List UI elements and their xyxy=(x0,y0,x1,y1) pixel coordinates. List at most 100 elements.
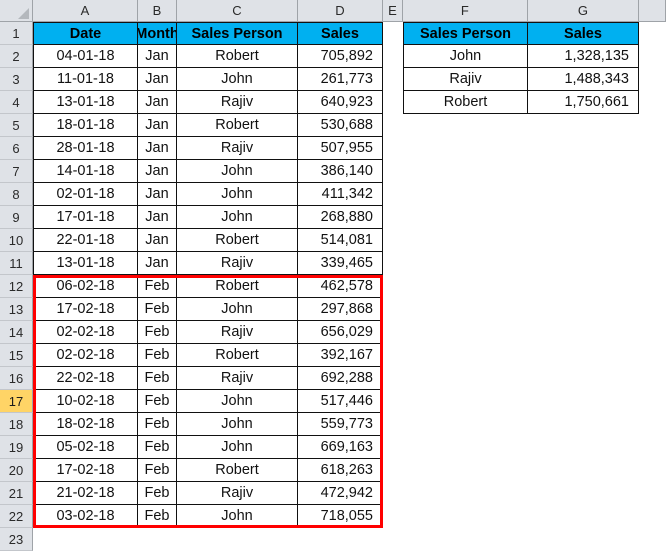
cell-date-13[interactable]: 17-02-18 xyxy=(33,298,138,321)
cell-sales-person-7[interactable]: John xyxy=(177,160,298,183)
cell-date-21[interactable]: 21-02-18 xyxy=(33,482,138,505)
cell-date-9[interactable]: 17-01-18 xyxy=(33,206,138,229)
column-header-f[interactable]: F xyxy=(403,0,528,22)
cell-sales-15[interactable]: 392,167 xyxy=(298,344,383,367)
cell-sales-person-17[interactable]: John xyxy=(177,390,298,413)
cell-sales-person-12[interactable]: Robert xyxy=(177,275,298,298)
header-summary-sales-person[interactable]: Sales Person xyxy=(403,22,528,45)
cell-sales-22[interactable]: 718,055 xyxy=(298,505,383,528)
row-header-19[interactable]: 19 xyxy=(0,436,33,459)
cell-sales-person-18[interactable]: John xyxy=(177,413,298,436)
cell-sales-20[interactable]: 618,263 xyxy=(298,459,383,482)
row-header-23[interactable]: 23 xyxy=(0,528,33,551)
row-header-17[interactable]: 17 xyxy=(0,390,33,413)
cell-sales-person-22[interactable]: John xyxy=(177,505,298,528)
header-month[interactable]: Month xyxy=(138,22,177,45)
cell-date-6[interactable]: 28-01-18 xyxy=(33,137,138,160)
row-header-11[interactable]: 11 xyxy=(0,252,33,275)
row-header-14[interactable]: 14 xyxy=(0,321,33,344)
cell-sales-21[interactable]: 472,942 xyxy=(298,482,383,505)
cell-sales-person-8[interactable]: John xyxy=(177,183,298,206)
cell-summary-person-3[interactable]: Rajiv xyxy=(403,68,528,91)
cell-sales-14[interactable]: 656,029 xyxy=(298,321,383,344)
cell-date-7[interactable]: 14-01-18 xyxy=(33,160,138,183)
row-header-7[interactable]: 7 xyxy=(0,160,33,183)
cell-month-6[interactable]: Jan xyxy=(138,137,177,160)
cell-sales-person-13[interactable]: John xyxy=(177,298,298,321)
cell-date-8[interactable]: 02-01-18 xyxy=(33,183,138,206)
column-header-b[interactable]: B xyxy=(138,0,177,22)
header-sales[interactable]: Sales xyxy=(298,22,383,45)
cell-sales-11[interactable]: 339,465 xyxy=(298,252,383,275)
cell-date-16[interactable]: 22-02-18 xyxy=(33,367,138,390)
cell-month-5[interactable]: Jan xyxy=(138,114,177,137)
cell-month-16[interactable]: Feb xyxy=(138,367,177,390)
cell-month-10[interactable]: Jan xyxy=(138,229,177,252)
row-header-5[interactable]: 5 xyxy=(0,114,33,137)
cell-sales-6[interactable]: 507,955 xyxy=(298,137,383,160)
column-header-d[interactable]: D xyxy=(298,0,383,22)
column-header-g[interactable]: G xyxy=(528,0,639,22)
cell-sales-3[interactable]: 261,773 xyxy=(298,68,383,91)
cell-month-22[interactable]: Feb xyxy=(138,505,177,528)
header-date[interactable]: Date xyxy=(33,22,138,45)
cell-summary-sales-3[interactable]: 1,488,343 xyxy=(528,68,639,91)
row-header-12[interactable]: 12 xyxy=(0,275,33,298)
cell-month-18[interactable]: Feb xyxy=(138,413,177,436)
cell-sales-4[interactable]: 640,923 xyxy=(298,91,383,114)
cell-summary-sales-2[interactable]: 1,328,135 xyxy=(528,45,639,68)
cell-sales-person-19[interactable]: John xyxy=(177,436,298,459)
cell-sales-7[interactable]: 386,140 xyxy=(298,160,383,183)
column-header-e[interactable]: E xyxy=(383,0,403,22)
cell-sales-13[interactable]: 297,868 xyxy=(298,298,383,321)
cell-sales-16[interactable]: 692,288 xyxy=(298,367,383,390)
row-header-20[interactable]: 20 xyxy=(0,459,33,482)
cell-date-14[interactable]: 02-02-18 xyxy=(33,321,138,344)
row-header-1[interactable]: 1 xyxy=(0,22,33,45)
row-header-10[interactable]: 10 xyxy=(0,229,33,252)
cell-sales-person-9[interactable]: John xyxy=(177,206,298,229)
cell-month-14[interactable]: Feb xyxy=(138,321,177,344)
select-all-corner[interactable] xyxy=(0,0,33,22)
cell-sales-person-20[interactable]: Robert xyxy=(177,459,298,482)
cell-date-17[interactable]: 10-02-18 xyxy=(33,390,138,413)
row-header-21[interactable]: 21 xyxy=(0,482,33,505)
cell-month-12[interactable]: Feb xyxy=(138,275,177,298)
cell-date-2[interactable]: 04-01-18 xyxy=(33,45,138,68)
cell-summary-person-2[interactable]: John xyxy=(403,45,528,68)
row-header-3[interactable]: 3 xyxy=(0,68,33,91)
row-header-4[interactable]: 4 xyxy=(0,91,33,114)
cell-date-15[interactable]: 02-02-18 xyxy=(33,344,138,367)
cell-summary-person-4[interactable]: Robert xyxy=(403,91,528,114)
cell-sales-person-15[interactable]: Robert xyxy=(177,344,298,367)
cell-sales-person-10[interactable]: Robert xyxy=(177,229,298,252)
cell-month-15[interactable]: Feb xyxy=(138,344,177,367)
cell-sales-8[interactable]: 411,342 xyxy=(298,183,383,206)
cell-month-2[interactable]: Jan xyxy=(138,45,177,68)
cell-date-20[interactable]: 17-02-18 xyxy=(33,459,138,482)
header-sales-person[interactable]: Sales Person xyxy=(177,22,298,45)
cell-sales-person-16[interactable]: Rajiv xyxy=(177,367,298,390)
cell-sales-9[interactable]: 268,880 xyxy=(298,206,383,229)
cell-month-21[interactable]: Feb xyxy=(138,482,177,505)
row-header-8[interactable]: 8 xyxy=(0,183,33,206)
cell-sales-2[interactable]: 705,892 xyxy=(298,45,383,68)
column-header-c[interactable]: C xyxy=(177,0,298,22)
row-header-13[interactable]: 13 xyxy=(0,298,33,321)
cell-sales-12[interactable]: 462,578 xyxy=(298,275,383,298)
cell-month-11[interactable]: Jan xyxy=(138,252,177,275)
cell-date-3[interactable]: 11-01-18 xyxy=(33,68,138,91)
row-header-9[interactable]: 9 xyxy=(0,206,33,229)
cell-sales-person-6[interactable]: Rajiv xyxy=(177,137,298,160)
cell-date-11[interactable]: 13-01-18 xyxy=(33,252,138,275)
cell-sales-19[interactable]: 669,163 xyxy=(298,436,383,459)
cell-date-19[interactable]: 05-02-18 xyxy=(33,436,138,459)
row-header-2[interactable]: 2 xyxy=(0,45,33,68)
cell-month-20[interactable]: Feb xyxy=(138,459,177,482)
row-header-15[interactable]: 15 xyxy=(0,344,33,367)
cell-sales-person-21[interactable]: Rajiv xyxy=(177,482,298,505)
row-header-22[interactable]: 22 xyxy=(0,505,33,528)
row-header-16[interactable]: 16 xyxy=(0,367,33,390)
cell-sales-person-5[interactable]: Robert xyxy=(177,114,298,137)
cell-summary-sales-4[interactable]: 1,750,661 xyxy=(528,91,639,114)
